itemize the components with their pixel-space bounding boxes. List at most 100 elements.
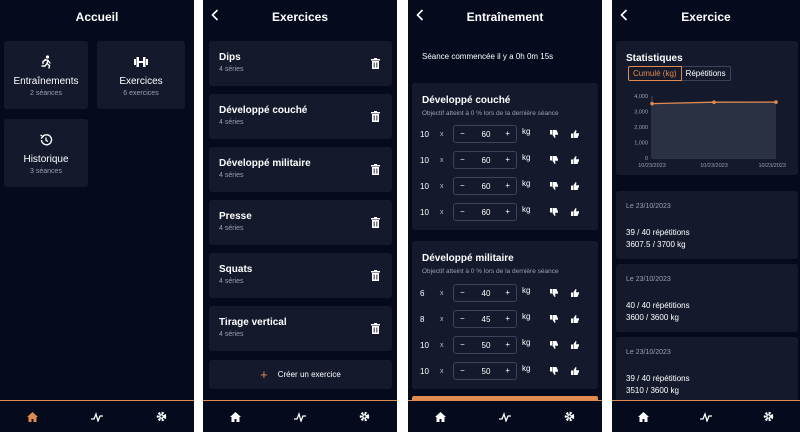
thumbs-down-icon[interactable] [550, 315, 558, 323]
trash-icon[interactable] [371, 56, 380, 69]
set-row: 10 x −50 + kg [416, 362, 592, 380]
session-timer: Séance commencée il y a 0h 0m 15s [422, 52, 554, 61]
weight-stepper[interactable]: −45 + [453, 310, 517, 328]
tile-history[interactable]: Historique 3 séances [4, 119, 88, 187]
weight-value[interactable]: 60 [474, 182, 498, 191]
exercise-sets: 4 séries [219, 172, 244, 179]
gear-icon[interactable] [359, 411, 371, 423]
reps-value[interactable]: 10 [420, 182, 429, 191]
history-item[interactable]: Le 23/10/2023 40 / 40 répétitions 3600 /… [616, 264, 798, 332]
weight-stepper[interactable]: −50 + [453, 336, 517, 354]
trash-icon[interactable] [371, 109, 380, 122]
weight-stepper[interactable]: −50 + [453, 362, 517, 380]
tile-workouts[interactable]: Entraînements 2 séances [4, 41, 88, 109]
weight-stepper[interactable]: −40 + [453, 284, 517, 302]
home-icon[interactable] [229, 411, 241, 423]
home-icon[interactable] [434, 411, 446, 423]
activity-icon[interactable] [90, 411, 103, 423]
weight-value[interactable]: 45 [474, 315, 498, 324]
reps-value[interactable]: 10 [420, 156, 429, 165]
weight-stepper[interactable]: −60 + [453, 125, 517, 143]
activity-icon[interactable] [699, 411, 712, 423]
reps-value[interactable]: 10 [420, 341, 429, 350]
home-icon[interactable] [26, 411, 38, 423]
plus-icon[interactable]: + [505, 207, 510, 216]
list-item[interactable]: Développé militaire 4 séries [209, 147, 392, 192]
weight-value[interactable]: 50 [474, 367, 498, 376]
plus-icon[interactable]: + [505, 288, 510, 297]
plus-icon[interactable]: + [505, 181, 510, 190]
minus-icon[interactable]: − [460, 288, 465, 297]
trash-icon[interactable] [371, 268, 380, 281]
list-item[interactable]: Tirage vertical 4 séries [209, 306, 392, 351]
activity-icon[interactable] [293, 411, 306, 423]
plus-icon[interactable]: + [505, 129, 510, 138]
y-tick-label: 3,000 [634, 110, 648, 116]
exercise-name: Presse [219, 211, 252, 222]
minus-icon[interactable]: − [460, 207, 465, 216]
plus-icon[interactable]: + [505, 340, 510, 349]
thumbs-up-icon[interactable] [571, 130, 579, 138]
back-arrow-icon[interactable] [620, 9, 634, 25]
thumbs-up-icon[interactable] [571, 341, 579, 349]
list-item[interactable]: Squats 4 séries [209, 253, 392, 298]
trash-icon[interactable] [371, 321, 380, 334]
gear-icon[interactable] [156, 411, 168, 423]
weight-value[interactable]: 60 [474, 156, 498, 165]
trash-icon[interactable] [371, 215, 380, 228]
thumbs-down-icon[interactable] [550, 156, 558, 164]
weight-stepper[interactable]: −60 + [453, 177, 517, 195]
kg-label: kg [522, 338, 531, 347]
back-arrow-icon[interactable] [211, 9, 225, 25]
reps-value[interactable]: 10 [420, 367, 429, 376]
thumbs-down-icon[interactable] [550, 341, 558, 349]
weight-stepper[interactable]: −60 + [453, 203, 517, 221]
home-icon[interactable] [637, 411, 649, 423]
weight-value[interactable]: 40 [474, 289, 498, 298]
weight-value[interactable]: 60 [474, 208, 498, 217]
thumbs-up-icon[interactable] [571, 315, 579, 323]
list-item[interactable]: Dips 4 séries [209, 41, 392, 86]
thumbs-down-icon[interactable] [550, 289, 558, 297]
create-exercise-button[interactable]: + Créer un exercice [209, 360, 392, 389]
reps-value[interactable]: 10 [420, 208, 429, 217]
thumbs-up-icon[interactable] [571, 367, 579, 375]
minus-icon[interactable]: − [460, 340, 465, 349]
tile-label: Historique [23, 153, 69, 165]
minus-icon[interactable]: − [460, 314, 465, 323]
minus-icon[interactable]: − [460, 129, 465, 138]
thumbs-down-icon[interactable] [550, 208, 558, 216]
y-tick-label: 1,000 [634, 141, 648, 147]
trash-icon[interactable] [371, 162, 380, 175]
weight-value[interactable]: 50 [474, 341, 498, 350]
weight-stepper[interactable]: −60 + [453, 151, 517, 169]
thumbs-up-icon[interactable] [571, 208, 579, 216]
minus-icon[interactable]: − [460, 181, 465, 190]
plus-icon[interactable]: + [505, 314, 510, 323]
plus-icon[interactable]: + [505, 155, 510, 164]
tile-exercises[interactable]: Exercices 6 exercices [97, 41, 185, 109]
activity-icon[interactable] [498, 411, 511, 423]
history-item[interactable]: Le 23/10/2023 39 / 40 répétitions 3607.5… [616, 191, 798, 259]
back-arrow-icon[interactable] [416, 9, 430, 25]
reps-value[interactable]: 10 [420, 130, 429, 139]
gear-icon[interactable] [564, 411, 576, 423]
minus-icon[interactable]: − [460, 366, 465, 375]
reps-value[interactable]: 6 [420, 289, 424, 298]
list-item[interactable]: Développé couché 4 séries [209, 94, 392, 139]
reps-value[interactable]: 8 [420, 315, 424, 324]
thumbs-down-icon[interactable] [550, 367, 558, 375]
thumbs-up-icon[interactable] [571, 156, 579, 164]
thumbs-up-icon[interactable] [571, 289, 579, 297]
thumbs-down-icon[interactable] [550, 182, 558, 190]
list-item[interactable]: Presse 4 séries [209, 200, 392, 245]
minus-icon[interactable]: − [460, 155, 465, 164]
gear-icon[interactable] [763, 411, 775, 423]
weight-value[interactable]: 60 [474, 130, 498, 139]
thumbs-down-icon[interactable] [550, 130, 558, 138]
thumbs-up-icon[interactable] [571, 182, 579, 190]
history-item[interactable]: Le 23/10/2023 39 / 40 répétitions 3510 /… [616, 337, 798, 405]
exercise-sets: 4 séries [219, 331, 244, 338]
history-reps: 39 / 40 répétitions [626, 374, 690, 383]
plus-icon[interactable]: + [505, 366, 510, 375]
